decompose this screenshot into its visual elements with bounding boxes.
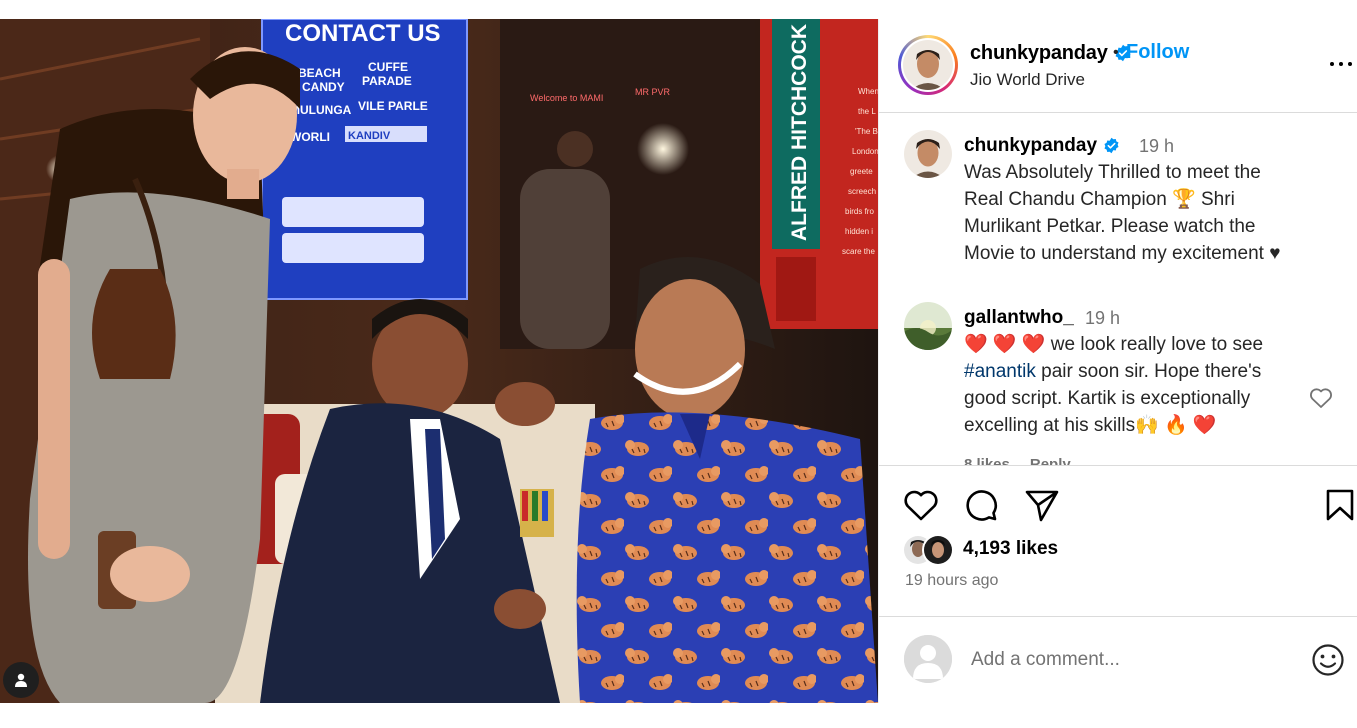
wall-text: the L — [858, 107, 876, 116]
comment-line: we look really love to see — [1045, 334, 1264, 355]
comment-text: ❤️ ❤️ ❤️ we look really love to see #ana… — [964, 331, 1304, 439]
caption-time: 19 h — [1139, 136, 1175, 156]
wall-text: birds fro — [845, 207, 874, 216]
likers-avatars[interactable] — [902, 534, 962, 566]
sign-text: CANDY — [302, 80, 345, 94]
wall-text: screech — [848, 187, 876, 196]
caption-username-text[interactable]: chunkypanday — [964, 135, 1097, 156]
caption-line: Was Absolutely Thrilled to meet the — [964, 162, 1261, 183]
more-options-icon[interactable] — [1328, 53, 1356, 73]
caption-line: Real Chandu Champion 🏆 Shri — [964, 189, 1235, 210]
post-location[interactable]: Jio World Drive — [970, 70, 1085, 90]
current-user-avatar — [904, 635, 952, 683]
heart-icon[interactable] — [903, 488, 939, 527]
separator-dot: • — [1113, 44, 1119, 61]
caption-line: Movie to understand my excitement ♥ — [964, 243, 1281, 264]
sign-text: WORLI — [290, 130, 330, 144]
comments-list: chunkypanday 19 h Was Absolutely Thrille… — [879, 113, 1357, 465]
commenter-username[interactable]: gallantwho_ — [964, 307, 1074, 329]
comment-time: 19 h — [1085, 308, 1121, 328]
emoji-icon[interactable] — [1311, 643, 1345, 682]
comment-emojis: ❤️ ❤️ ❤️ — [964, 334, 1046, 355]
wall-text: scare the — [842, 247, 875, 256]
wall-text: London — [852, 147, 878, 156]
post-actions: 4,193 likes 19 hours ago — [879, 465, 1357, 616]
caption-text: Was Absolutely Thrilled to meet the Real… — [964, 159, 1280, 267]
bookmark-icon[interactable] — [1325, 488, 1355, 527]
comment-line: pair soon sir. Hope there's — [1035, 361, 1262, 382]
post-details-panel: chunkypanday • Follow Jio World Drive ch… — [878, 19, 1357, 703]
sign-text: CUFFE — [368, 60, 408, 74]
user-tag-icon[interactable] — [3, 662, 39, 698]
comment-line: good script. Kartik is exceptionally — [964, 388, 1251, 409]
hashtag-link[interactable]: #anantik — [964, 361, 1036, 382]
sign-text: PARADE — [362, 74, 412, 88]
post-header: chunkypanday • Follow Jio World Drive — [879, 19, 1357, 113]
banner-text: ALFRED HITCHCOCK — [788, 24, 811, 241]
verified-icon — [1104, 137, 1119, 154]
liker-avatar — [922, 534, 954, 566]
comment-meta: 8 likes Reply — [964, 456, 1091, 465]
caption-avatar[interactable] — [904, 130, 952, 178]
author-avatar[interactable] — [898, 35, 958, 95]
neon-text: MR PVR — [635, 87, 671, 97]
bottom-strip — [0, 703, 1357, 728]
author-username[interactable]: chunkypanday — [970, 42, 1132, 65]
wall-text: 'The B — [855, 127, 878, 136]
sign-title: CONTACT US — [285, 20, 441, 47]
author-username-text[interactable]: chunkypanday — [970, 42, 1108, 64]
sign-text: KANDIV — [348, 130, 391, 142]
post-time: 19 hours ago — [905, 572, 999, 589]
caption-line: Murlikant Petkar. Please watch the — [964, 216, 1256, 237]
comment-likes-count[interactable]: 8 likes — [964, 456, 1010, 465]
comment-like-heart-icon[interactable] — [1309, 387, 1333, 414]
add-comment-section — [879, 616, 1357, 703]
add-comment-input[interactable] — [971, 645, 1291, 675]
caption-username[interactable]: chunkypanday — [964, 135, 1120, 157]
post-photo[interactable]: CONTACT US BEACH CANDY CUFFE PARADE MULU… — [0, 19, 878, 703]
photo-scene: CONTACT US BEACH CANDY CUFFE PARADE MULU… — [0, 19, 878, 703]
share-icon[interactable] — [1024, 488, 1060, 527]
sign-text: VILE PARLE — [358, 99, 428, 113]
comment-icon[interactable] — [963, 487, 999, 528]
wall-text: When — [858, 87, 878, 96]
sign-text: BEACH — [298, 66, 341, 80]
wall-text: hidden i — [845, 227, 873, 236]
neon-text: Welcome to MAMI — [530, 93, 603, 103]
likes-count[interactable]: 4,193 likes — [963, 538, 1058, 560]
wall-text: greete — [850, 167, 873, 176]
follow-button[interactable]: Follow — [1126, 41, 1189, 64]
top-strip — [0, 0, 1357, 19]
commenter-avatar[interactable] — [904, 302, 952, 350]
comment-line: excelling at his skills🙌 🔥 ❤️ — [964, 415, 1217, 436]
comment-reply-button[interactable]: Reply — [1030, 456, 1071, 465]
